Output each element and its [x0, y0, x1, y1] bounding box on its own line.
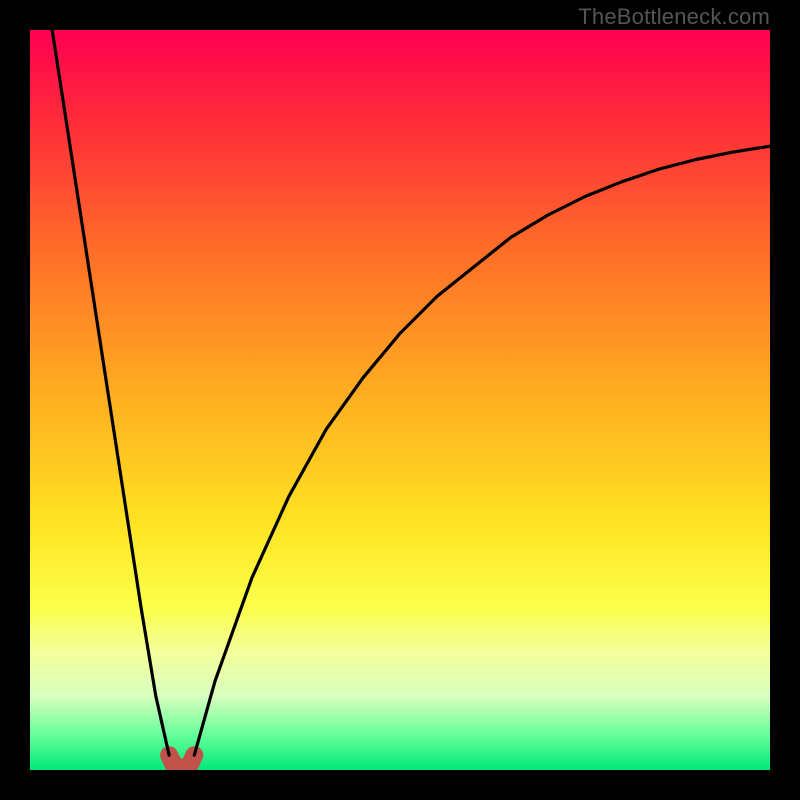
- watermark-text: TheBottleneck.com: [578, 4, 770, 30]
- outer-frame: TheBottleneck.com: [0, 0, 800, 800]
- chart-svg: [30, 30, 770, 770]
- gradient-background: [30, 30, 770, 770]
- plot-area: [30, 30, 770, 770]
